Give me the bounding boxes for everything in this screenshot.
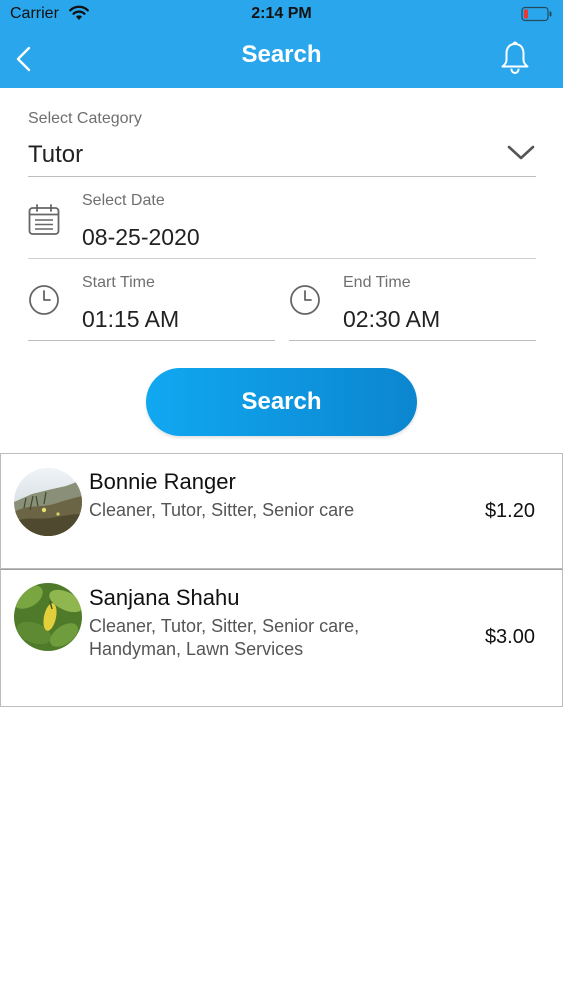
start-time-label: Start Time [82,274,155,291]
provider-price: $1.20 [484,500,535,522]
chevron-down-icon[interactable] [506,142,536,162]
end-time-value: 02:30 AM [343,306,441,332]
clock-icon [29,285,59,315]
category-value: Tutor [28,141,84,168]
category-label: Select Category [28,110,142,127]
avatar [14,468,82,536]
start-time-field[interactable]: Start Time 01:15 AM [28,272,275,341]
calendar-icon [28,204,60,235]
status-bar: Carrier 2:14 PM [0,0,563,30]
bell-icon[interactable] [497,40,533,76]
avatar [14,583,82,651]
nav-bar: Search [0,30,563,88]
search-button[interactable]: Search [146,368,417,436]
provider-services: Cleaner, Tutor, Sitter, Senior care, Han… [89,616,360,659]
provider-price: $3.00 [484,626,535,648]
end-time-label: End Time [343,274,411,291]
app-root: Carrier 2:14 PM Search Select Category T… [0,0,563,1000]
category-select[interactable]: Select Category Tutor [28,108,536,177]
provider-services: Cleaner, Tutor, Sitter, Senior care [89,500,355,520]
clock-icon [290,285,320,315]
date-label: Select Date [82,192,165,209]
provider-name: Sanjana Shahu [89,585,240,610]
list-item[interactable]: Bonnie Ranger Cleaner, Tutor, Sitter, Se… [0,453,563,569]
battery-icon [521,6,552,22]
header: Carrier 2:14 PM Search [0,0,563,88]
start-time-value: 01:15 AM [82,306,180,332]
end-time-field[interactable]: End Time 02:30 AM [289,272,536,341]
status-time: 2:14 PM [251,5,312,22]
date-field[interactable]: Select Date 08-25-2020 [28,190,536,259]
date-value: 08-25-2020 [82,224,200,250]
page-title: Search [241,41,322,68]
provider-name: Bonnie Ranger [89,469,236,494]
list-item[interactable]: Sanjana Shahu Cleaner, Tutor, Sitter, Se… [0,569,563,707]
